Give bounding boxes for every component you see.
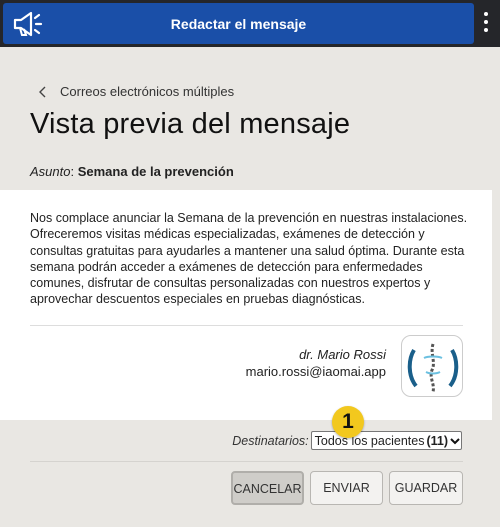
- divider: [30, 325, 463, 326]
- save-button[interactable]: GUARDAR: [389, 471, 463, 505]
- subject-line: Asunto: Semana de la prevención: [30, 164, 234, 179]
- subject-label: Asunto: [30, 164, 71, 179]
- header-bar: Redactar el mensaje: [3, 3, 474, 44]
- chevron-left-icon: [39, 86, 46, 97]
- recipients-select[interactable]: Todos los pacientes (11): [310, 431, 462, 450]
- recipients-label: Destinatarios:: [232, 433, 309, 448]
- page-title: Vista previa del mensaje: [30, 108, 351, 140]
- app-title: Redactar el mensaje: [170, 16, 307, 32]
- send-button[interactable]: ENVIAR: [310, 471, 383, 505]
- subject-value: Semana de la prevención: [77, 164, 234, 179]
- back-link-label: Correos electrónicos múltiples: [60, 84, 235, 99]
- cancel-button[interactable]: CANCELAR: [231, 471, 304, 505]
- step-badge: 1: [332, 406, 364, 438]
- footer-divider: [30, 461, 463, 462]
- recipients-selected: Todos los pacientes: [314, 433, 425, 448]
- signature-name: dr. Mario Rossi: [299, 347, 386, 362]
- back-link[interactable]: Correos electrónicos múltiples: [38, 84, 234, 99]
- message-body: Nos complace anunciar la Semana de la pr…: [30, 211, 468, 307]
- kebab-menu-icon[interactable]: [483, 12, 489, 34]
- subject-separator: :: [70, 164, 78, 179]
- spine-logo: [401, 335, 463, 397]
- message-preview: Nos complace anunciar la Semana de la pr…: [0, 190, 492, 420]
- signature-email: mario.rossi@iaomai.app: [245, 364, 386, 379]
- top-bar: Redactar el mensaje: [0, 0, 500, 47]
- chevron-down-icon: [450, 437, 460, 444]
- recipients-count: (11): [426, 433, 448, 448]
